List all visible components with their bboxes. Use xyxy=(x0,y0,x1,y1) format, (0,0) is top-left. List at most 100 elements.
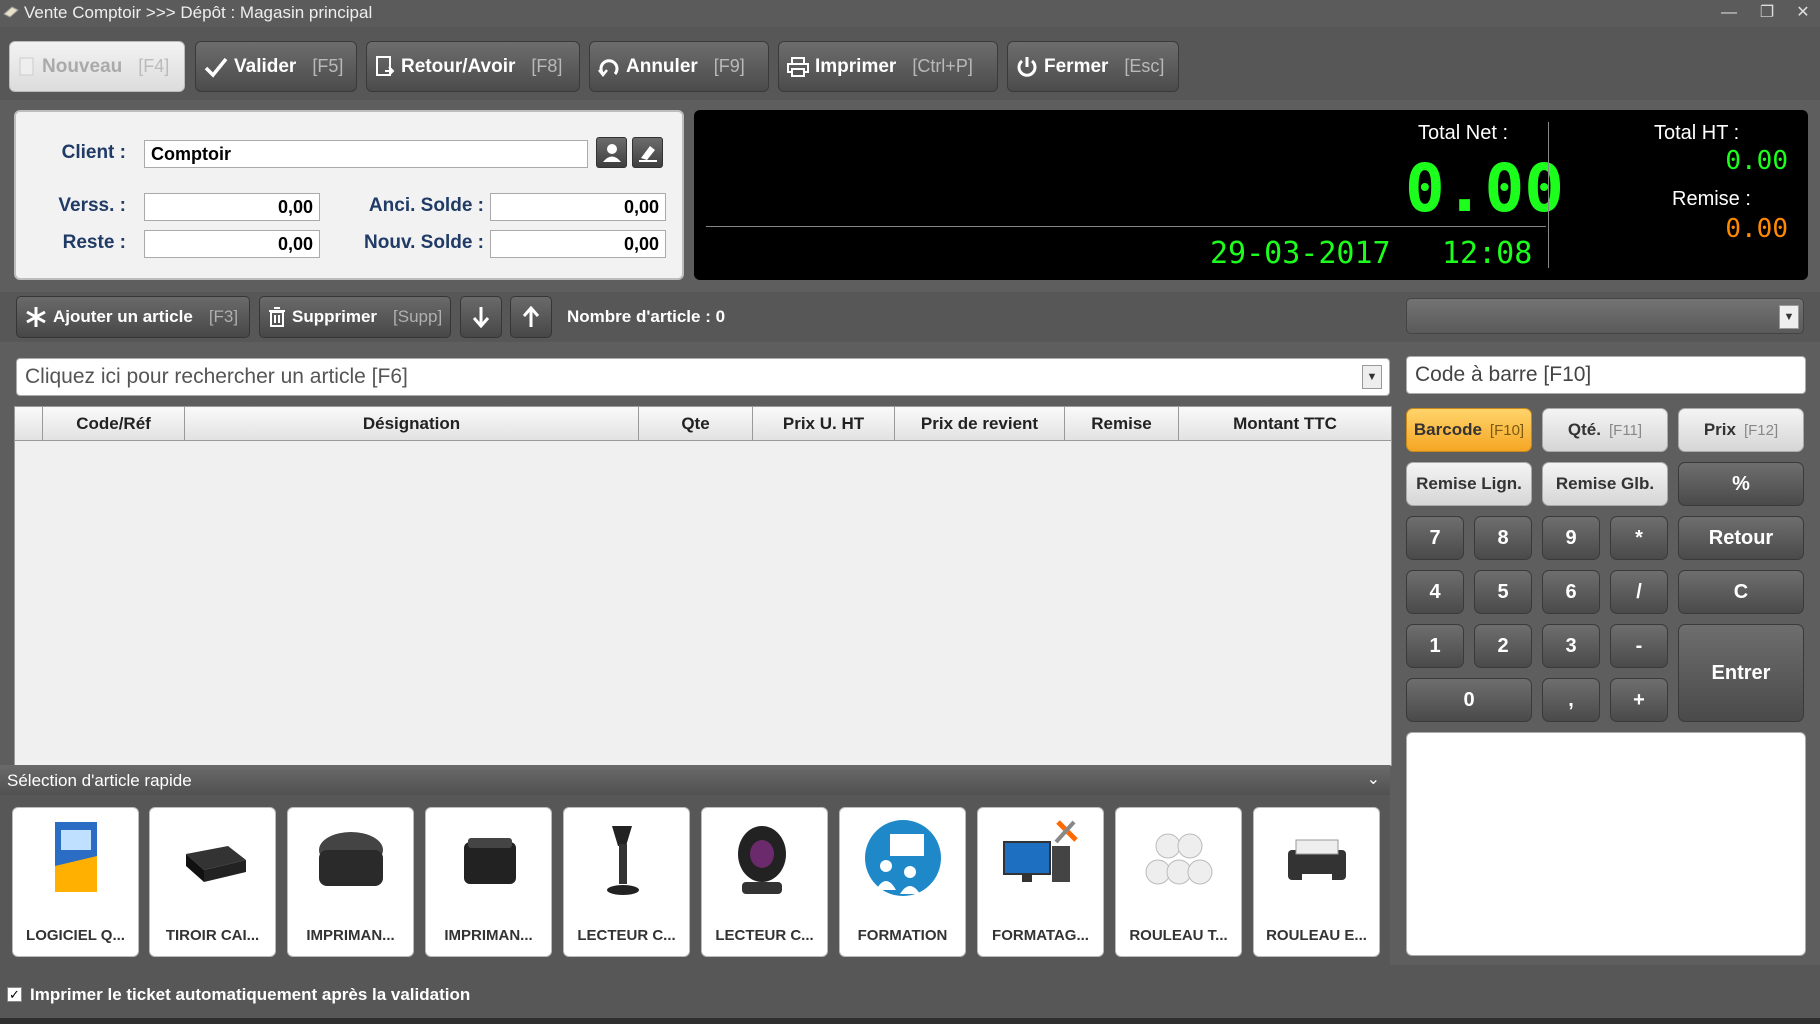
qte-mode-button[interactable]: Qté. [F11] xyxy=(1542,408,1668,452)
omni-scanner-icon xyxy=(738,826,786,894)
valider-label: Valider xyxy=(234,55,297,77)
auto-print-label[interactable]: Imprimer le ticket automatiquement après… xyxy=(30,985,470,1005)
anci-solde-label: Anci. Solde : xyxy=(368,195,484,216)
verss-label: Verss. : xyxy=(58,195,126,216)
entrer-button[interactable]: Entrer xyxy=(1678,624,1804,722)
thermal-printer-icon xyxy=(464,838,516,884)
retour-key-button[interactable]: Retour xyxy=(1678,516,1804,560)
quick-item[interactable]: ROULEAU E... xyxy=(1253,807,1380,957)
key-2[interactable]: 2 xyxy=(1474,624,1532,668)
key-7[interactable]: 7 xyxy=(1406,516,1464,560)
notes-area[interactable] xyxy=(1406,732,1806,956)
main-toolbar: Nouveau [F4] Valider [F5] Retour/Avoir [… xyxy=(0,27,1820,100)
search-dropdown-icon[interactable]: ▼ xyxy=(1362,365,1382,389)
reste-field[interactable]: 0,00 xyxy=(144,230,320,258)
quick-item[interactable]: LECTEUR C... xyxy=(701,807,828,957)
key-5[interactable]: 5 xyxy=(1474,570,1532,614)
barcode-input[interactable]: Code à barre [F10] xyxy=(1406,356,1806,394)
remise-ligne-button[interactable]: Remise Lign. xyxy=(1406,462,1532,506)
user-icon xyxy=(602,143,621,162)
article-search-input[interactable]: Cliquez ici pour rechercher un article [… xyxy=(16,358,1390,396)
move-up-button[interactable] xyxy=(510,296,552,338)
verss-field[interactable]: 0,00 xyxy=(144,193,320,221)
client-field[interactable]: Comptoir xyxy=(144,140,588,168)
col-prix-revient[interactable]: Prix de revient xyxy=(895,407,1065,440)
minimize-button[interactable]: — xyxy=(1714,2,1744,24)
reste-label: Reste : xyxy=(62,232,126,253)
fermer-button[interactable]: Fermer [Esc] xyxy=(1007,41,1179,92)
col-prix-ht[interactable]: Prix U. HT xyxy=(753,407,895,440)
restore-button[interactable]: ❐ xyxy=(1752,2,1782,24)
nouveau-label: Nouveau xyxy=(42,55,123,77)
valider-button[interactable]: Valider [F5] xyxy=(195,41,357,92)
imprimer-label: Imprimer xyxy=(815,55,897,77)
clear-client-button[interactable] xyxy=(632,137,663,168)
arrow-down-icon xyxy=(472,307,490,328)
nouv-solde-label: Nouv. Solde : xyxy=(364,232,484,253)
right-dropdown[interactable]: ▼ xyxy=(1406,298,1804,334)
retour-avoir-button[interactable]: Retour/Avoir [F8] xyxy=(366,41,580,92)
display-time: 12:08 xyxy=(1442,236,1533,271)
key-8[interactable]: 8 xyxy=(1474,516,1532,560)
clear-key-button[interactable]: C xyxy=(1678,570,1804,614)
quick-item[interactable]: FORMATAG... xyxy=(977,807,1104,957)
key-3[interactable]: 3 xyxy=(1542,624,1600,668)
key-4[interactable]: 4 xyxy=(1406,570,1464,614)
eraser-icon xyxy=(638,145,657,162)
quick-item[interactable]: IMPRIMAN... xyxy=(287,807,414,957)
key-6[interactable]: 6 xyxy=(1542,570,1600,614)
total-ht-label: Total HT : xyxy=(1654,122,1740,144)
quick-item[interactable]: LECTEUR C... xyxy=(563,807,690,957)
articles-grid[interactable]: Code/Réf Désignation Qte Prix U. HT Prix… xyxy=(14,406,1392,766)
title-bar: Vente Comptoir >>> Dépôt : Magasin princ… xyxy=(0,0,1820,27)
key-0[interactable]: 0 xyxy=(1406,678,1532,722)
col-selector[interactable] xyxy=(15,407,43,440)
auto-print-checkbox[interactable]: ✓ xyxy=(7,987,22,1002)
article-count: Nombre d'article : 0 xyxy=(567,307,726,326)
label-printer-icon xyxy=(1288,839,1346,882)
printer-icon xyxy=(787,56,809,77)
quick-item-label: ROULEAU E... xyxy=(1266,927,1367,944)
percent-button[interactable]: % xyxy=(1678,462,1804,506)
move-down-button[interactable] xyxy=(460,296,502,338)
annuler-label: Annuler xyxy=(626,55,698,77)
col-qte[interactable]: Qte xyxy=(639,407,753,440)
key-minus[interactable]: - xyxy=(1610,624,1668,668)
quick-item[interactable]: FORMATION xyxy=(839,807,966,957)
prix-mode-button[interactable]: Prix [F12] xyxy=(1678,408,1804,452)
key-comma[interactable]: , xyxy=(1542,678,1600,722)
quick-item[interactable]: ROULEAU T... xyxy=(1115,807,1242,957)
quick-selection-header[interactable]: Sélection d'article rapide ⌄ xyxy=(0,765,1390,795)
quick-item[interactable]: TIROIR CAI... xyxy=(149,807,276,957)
ajouter-key: [F3] xyxy=(208,307,239,326)
col-designation[interactable]: Désignation xyxy=(185,407,639,440)
quick-item[interactable]: IMPRIMAN... xyxy=(425,807,552,957)
nouv-solde-field[interactable]: 0,00 xyxy=(490,230,666,258)
collapse-icon[interactable]: ⌄ xyxy=(1367,769,1380,789)
imprimer-key: [Ctrl+P] xyxy=(912,56,973,76)
select-client-button[interactable] xyxy=(596,137,627,168)
supprimer-key: [Supp] xyxy=(393,307,443,326)
key-1[interactable]: 1 xyxy=(1406,624,1464,668)
key-multiply[interactable]: * xyxy=(1610,516,1668,560)
chevron-down-icon[interactable]: ▼ xyxy=(1779,305,1799,329)
remise-globale-button[interactable]: Remise Glb. xyxy=(1542,462,1668,506)
col-montant-ttc[interactable]: Montant TTC xyxy=(1179,407,1391,440)
supprimer-button[interactable]: Supprimer [Supp] xyxy=(259,296,451,338)
close-button[interactable]: ✕ xyxy=(1788,2,1818,24)
col-code-ref[interactable]: Code/Réf xyxy=(43,407,185,440)
key-divide[interactable]: / xyxy=(1610,570,1668,614)
cash-drawer-icon xyxy=(186,846,246,882)
key-plus[interactable]: + xyxy=(1610,678,1668,722)
annuler-button[interactable]: Annuler [F9] xyxy=(589,41,769,92)
paper-rolls-icon xyxy=(1145,833,1213,885)
ajouter-article-button[interactable]: Ajouter un article [F3] xyxy=(16,296,250,338)
imprimer-button[interactable]: Imprimer [Ctrl+P] xyxy=(778,41,998,92)
anci-solde-field[interactable]: 0,00 xyxy=(490,193,666,221)
nouveau-button[interactable]: Nouveau [F4] xyxy=(9,41,185,92)
qte-mode-label: Qté. xyxy=(1567,420,1601,439)
col-remise[interactable]: Remise xyxy=(1065,407,1179,440)
quick-item[interactable]: LOGICIEL Q... xyxy=(12,807,139,957)
barcode-mode-button[interactable]: Barcode [F10] xyxy=(1406,408,1532,452)
key-9[interactable]: 9 xyxy=(1542,516,1600,560)
